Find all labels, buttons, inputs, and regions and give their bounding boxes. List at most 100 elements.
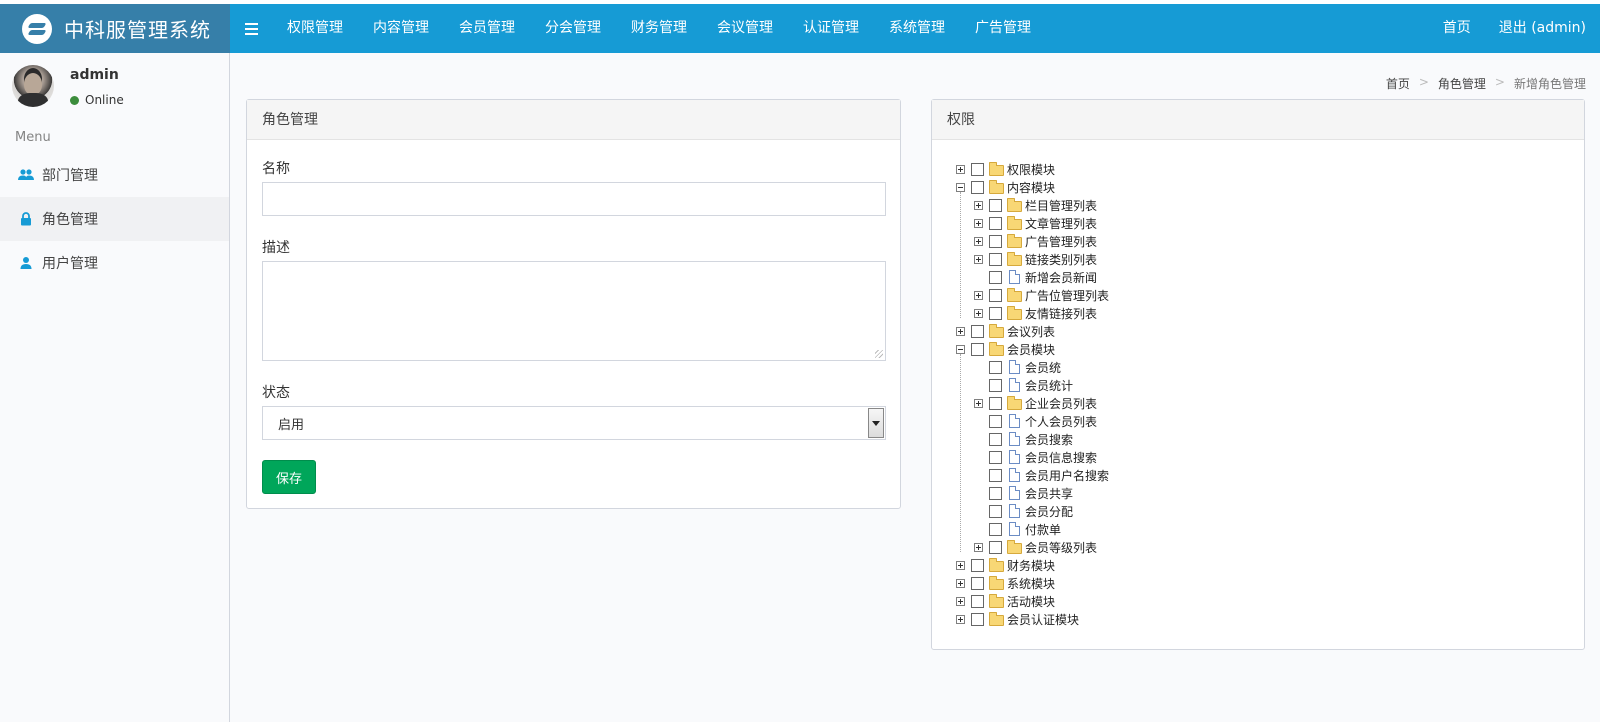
tree-checkbox[interactable]	[971, 324, 984, 338]
expand-plus-icon[interactable]	[956, 596, 965, 606]
nav-item-finance[interactable]: 财务管理	[616, 4, 702, 53]
tree-node-label[interactable]: 会员认证模块	[1007, 611, 1079, 628]
tree-checkbox[interactable]	[989, 414, 1002, 428]
tree-node[interactable]: 会员认证模块	[956, 610, 1079, 628]
tree-node-label[interactable]: 会员等级列表	[1025, 539, 1097, 556]
expand-plus-icon[interactable]	[974, 308, 983, 318]
expand-plus-icon[interactable]	[974, 200, 983, 210]
nav-item-branches[interactable]: 分会管理	[530, 4, 616, 53]
tree-node[interactable]: 财务模块	[956, 556, 1055, 574]
tree-node[interactable]: 广告管理列表	[974, 232, 1097, 250]
description-textarea[interactable]	[262, 261, 886, 361]
tree-node[interactable]: 会员用户名搜索	[974, 466, 1109, 484]
tree-node[interactable]: 新增会员新闻	[974, 268, 1097, 286]
expand-plus-icon[interactable]	[956, 164, 965, 174]
tree-node-label[interactable]: 会员搜索	[1025, 431, 1073, 448]
app-logo[interactable]: 中科服管理系统	[0, 4, 230, 53]
collapse-minus-icon[interactable]	[956, 344, 965, 354]
tree-node-label[interactable]: 会员共享	[1025, 485, 1073, 502]
expand-plus-icon[interactable]	[974, 254, 983, 264]
tree-checkbox[interactable]	[989, 234, 1002, 248]
tree-checkbox[interactable]	[989, 306, 1002, 320]
tree-node[interactable]: 广告位管理列表	[974, 286, 1109, 304]
tree-node[interactable]: 付款单	[974, 520, 1061, 538]
tree-checkbox[interactable]	[989, 378, 1002, 392]
tree-node-label[interactable]: 会员分配	[1025, 503, 1073, 520]
tree-node[interactable]: 个人会员列表	[974, 412, 1097, 430]
breadcrumb-home[interactable]: 首页	[1386, 75, 1410, 92]
nav-item-content[interactable]: 内容管理	[358, 4, 444, 53]
tree-checkbox[interactable]	[989, 486, 1002, 500]
tree-node-label[interactable]: 会议列表	[1007, 323, 1055, 340]
sidebar-item-users[interactable]: 用户管理	[0, 241, 229, 285]
tree-node-label[interactable]: 文章管理列表	[1025, 215, 1097, 232]
collapse-minus-icon[interactable]	[956, 182, 965, 192]
tree-node[interactable]: 会员搜索	[974, 430, 1073, 448]
expand-plus-icon[interactable]	[974, 218, 983, 228]
tree-node-label[interactable]: 会员统计	[1025, 377, 1073, 394]
tree-node-label[interactable]: 权限模块	[1007, 161, 1055, 178]
tree-checkbox[interactable]	[971, 558, 984, 572]
tree-node-label[interactable]: 新增会员新闻	[1025, 269, 1097, 286]
tree-node-label[interactable]: 系统模块	[1007, 575, 1055, 592]
tree-checkbox[interactable]	[989, 468, 1002, 482]
logout-link[interactable]: 退出 (admin)	[1485, 4, 1600, 53]
tree-checkbox[interactable]	[989, 504, 1002, 518]
sidebar-item-departments[interactable]: 部门管理	[0, 153, 229, 197]
tree-node-label[interactable]: 个人会员列表	[1025, 413, 1097, 430]
expand-plus-icon[interactable]	[956, 614, 965, 624]
tree-checkbox[interactable]	[971, 342, 984, 356]
tree-node[interactable]: 权限模块	[956, 160, 1055, 178]
save-button[interactable]: 保存	[262, 460, 316, 494]
nav-item-members[interactable]: 会员管理	[444, 4, 530, 53]
tree-node[interactable]: 会员统	[974, 358, 1061, 376]
tree-node-label[interactable]: 友情链接列表	[1025, 305, 1097, 322]
tree-checkbox[interactable]	[989, 432, 1002, 446]
tree-node[interactable]: 系统模块	[956, 574, 1055, 592]
expand-plus-icon[interactable]	[956, 578, 965, 588]
tree-node-label[interactable]: 会员统	[1025, 359, 1061, 376]
nav-home-link[interactable]: 首页	[1429, 4, 1485, 53]
tree-node[interactable]: 栏目管理列表	[974, 196, 1097, 214]
breadcrumb-roles[interactable]: 角色管理	[1438, 75, 1486, 92]
expand-plus-icon[interactable]	[974, 542, 983, 552]
tree-checkbox[interactable]	[971, 180, 984, 194]
tree-node[interactable]: 企业会员列表	[974, 394, 1097, 412]
tree-node[interactable]: 会员模块	[956, 340, 1055, 358]
sidebar-item-roles[interactable]: 角色管理	[0, 197, 229, 241]
tree-node-label[interactable]: 链接类别列表	[1025, 251, 1097, 268]
tree-node[interactable]: 文章管理列表	[974, 214, 1097, 232]
tree-checkbox[interactable]	[989, 216, 1002, 230]
resize-grip-icon[interactable]	[875, 350, 883, 358]
status-select[interactable]: 启用	[262, 406, 886, 440]
tree-checkbox[interactable]	[989, 396, 1002, 410]
tree-checkbox[interactable]	[989, 522, 1002, 536]
tree-node[interactable]: 内容模块	[956, 178, 1055, 196]
tree-checkbox[interactable]	[989, 270, 1002, 284]
tree-node[interactable]: 会员统计	[974, 376, 1073, 394]
nav-item-system[interactable]: 系统管理	[874, 4, 960, 53]
tree-checkbox[interactable]	[971, 162, 984, 176]
tree-node[interactable]: 会员共享	[974, 484, 1073, 502]
nav-item-permissions[interactable]: 权限管理	[272, 4, 358, 53]
tree-node-label[interactable]: 付款单	[1025, 521, 1061, 538]
tree-node[interactable]: 会议列表	[956, 322, 1055, 340]
sidebar-toggle-icon[interactable]	[230, 4, 272, 53]
expand-plus-icon[interactable]	[974, 290, 983, 300]
tree-node[interactable]: 活动模块	[956, 592, 1055, 610]
chevron-down-icon[interactable]	[868, 408, 884, 438]
tree-checkbox[interactable]	[989, 540, 1002, 554]
tree-node-label[interactable]: 会员用户名搜索	[1025, 467, 1109, 484]
tree-checkbox[interactable]	[989, 198, 1002, 212]
tree-node[interactable]: 会员信息搜索	[974, 448, 1097, 466]
tree-checkbox[interactable]	[989, 288, 1002, 302]
tree-checkbox[interactable]	[989, 360, 1002, 374]
tree-checkbox[interactable]	[971, 594, 984, 608]
tree-node[interactable]: 会员分配	[974, 502, 1073, 520]
tree-node-label[interactable]: 会员模块	[1007, 341, 1055, 358]
tree-checkbox[interactable]	[989, 450, 1002, 464]
tree-checkbox[interactable]	[989, 252, 1002, 266]
expand-plus-icon[interactable]	[974, 398, 983, 408]
nav-item-meetings[interactable]: 会议管理	[702, 4, 788, 53]
tree-node[interactable]: 友情链接列表	[974, 304, 1097, 322]
